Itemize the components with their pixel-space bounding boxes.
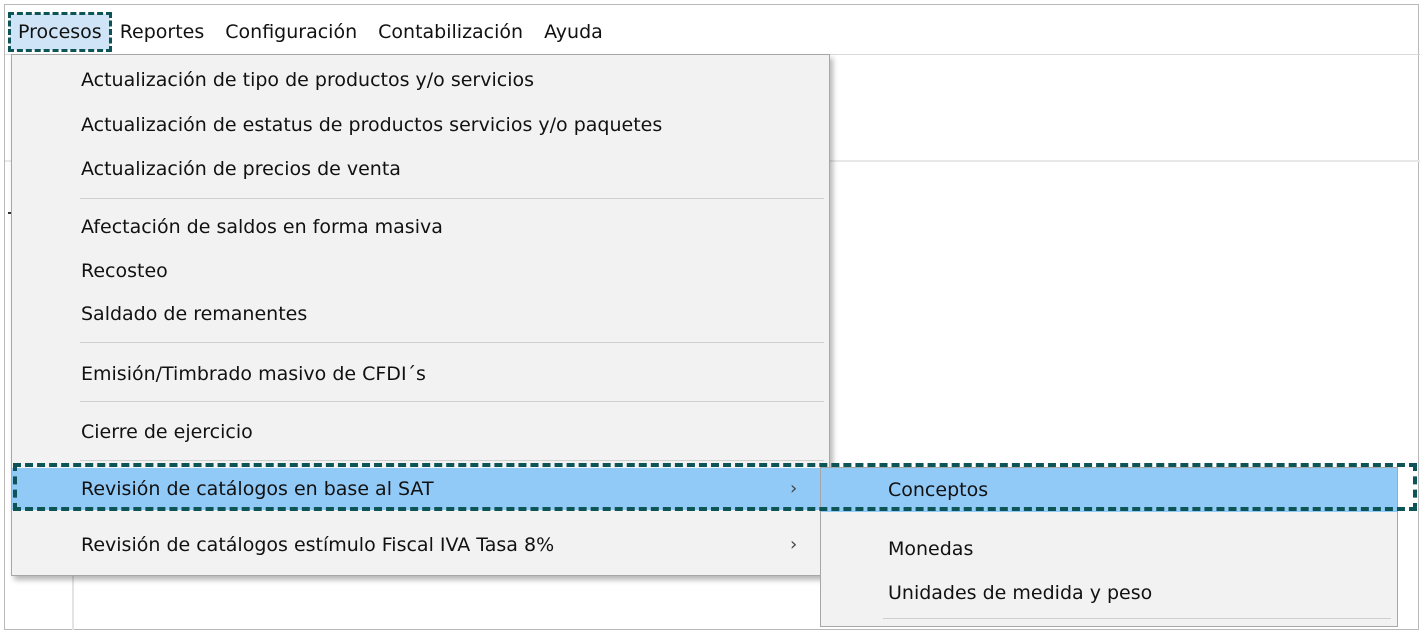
- menu-bar: Procesos Reportes Configuración Contabil…: [6, 12, 614, 52]
- menu-separator: [80, 198, 824, 199]
- menu-item-actualizacion-precios[interactable]: Actualización de precios de venta: [12, 148, 829, 190]
- sat-catalogos-submenu: Conceptos Monedas Unidades de medida y p…: [820, 467, 1398, 627]
- procesos-dropdown: Actualización de tipo de productos y/o s…: [11, 54, 830, 576]
- menu-item-saldado-remanentes[interactable]: Saldado de remanentes: [12, 293, 829, 335]
- menu-item-label: Saldado de remanentes: [81, 303, 308, 325]
- submenu-item-label: Unidades de medida y peso: [888, 582, 1153, 604]
- menu-item-label: Cierre de ejercicio: [81, 421, 253, 443]
- menu-item-revision-catalogos-sat[interactable]: Revisión de catálogos en base al SAT ›: [12, 468, 829, 510]
- menu-item-label: Recosteo: [81, 260, 168, 282]
- menu-item-label: Revisión de catálogos estímulo Fiscal IV…: [81, 534, 555, 556]
- menu-item-label: Revisión de catálogos en base al SAT: [81, 478, 434, 500]
- submenu-item-label: Monedas: [888, 538, 974, 560]
- menu-item-label: Afectación de saldos en forma masiva: [81, 216, 443, 238]
- submenu-item-unidades-medida[interactable]: Unidades de medida y peso: [821, 571, 1397, 615]
- menu-item-emision-timbrado[interactable]: Emisión/Timbrado masivo de CFDI´s: [12, 353, 829, 395]
- menu-item-actualizacion-tipo[interactable]: Actualización de tipo de productos y/o s…: [12, 59, 829, 101]
- menu-separator: [80, 460, 824, 461]
- menu-reportes[interactable]: Reportes: [110, 14, 216, 50]
- menu-item-label: Actualización de estatus de productos se…: [81, 114, 663, 136]
- submenu-item-conceptos[interactable]: Conceptos: [821, 468, 1397, 512]
- submenu-item-monedas[interactable]: Monedas: [821, 527, 1397, 571]
- menu-item-revision-catalogos-estimulo[interactable]: Revisión de catálogos estímulo Fiscal IV…: [12, 524, 829, 566]
- chevron-right-icon: ›: [790, 478, 798, 499]
- menu-contabilizacion[interactable]: Contabilización: [368, 14, 534, 50]
- submenu-item-label: Conceptos: [888, 479, 989, 501]
- menu-ayuda[interactable]: Ayuda: [534, 14, 614, 50]
- menu-item-cierre-ejercicio[interactable]: Cierre de ejercicio: [12, 411, 829, 453]
- menu-item-label: Actualización de precios de venta: [81, 158, 401, 180]
- menu-separator: [80, 342, 824, 343]
- menu-configuracion[interactable]: Configuración: [215, 14, 368, 50]
- menu-item-recosteo[interactable]: Recosteo: [12, 250, 829, 292]
- menu-item-label: Emisión/Timbrado masivo de CFDI´s: [81, 363, 426, 385]
- submenu-separator: [883, 618, 1391, 619]
- background-column-line: [72, 575, 74, 630]
- chevron-right-icon: ›: [790, 534, 798, 555]
- menu-item-actualizacion-estatus[interactable]: Actualización de estatus de productos se…: [12, 104, 829, 146]
- menu-procesos[interactable]: Procesos: [8, 12, 112, 52]
- menu-item-label: Actualización de tipo de productos y/o s…: [81, 69, 535, 91]
- menu-separator: [80, 401, 824, 402]
- menu-item-afectacion-saldos[interactable]: Afectación de saldos en forma masiva: [12, 206, 829, 248]
